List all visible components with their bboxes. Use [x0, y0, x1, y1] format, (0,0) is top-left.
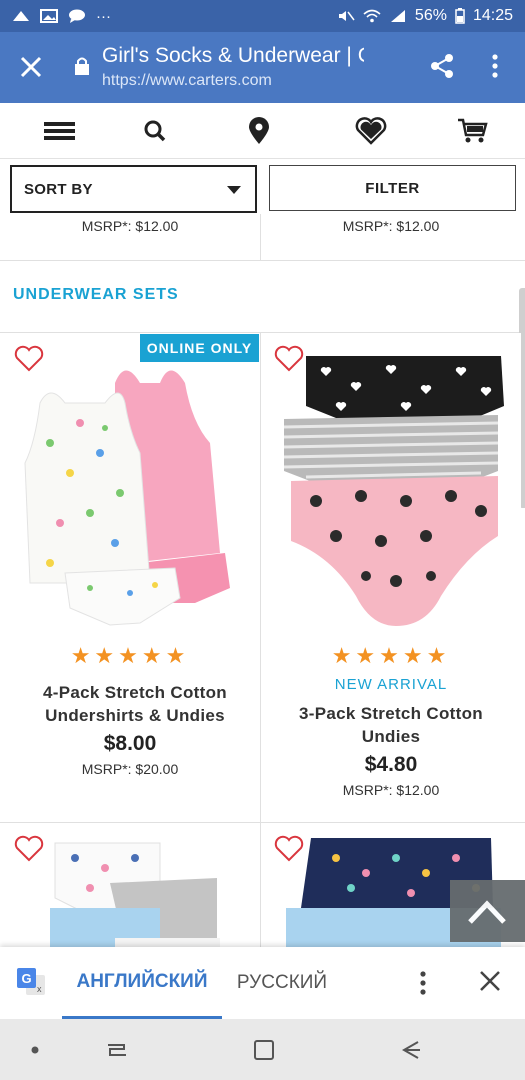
product-card[interactable]: ★★★★★ 3-Pack Stretch Cotton Undies $4.80… [261, 333, 521, 821]
more-menu-icon[interactable] [487, 52, 503, 80]
product-card[interactable] [0, 823, 260, 947]
system-navigation-bar [0, 1019, 525, 1080]
browser-toolbar: Girl's Socks & Underwear | C... https://… [0, 32, 525, 103]
wishlist-heart-icon[interactable] [274, 835, 304, 863]
dot-icon[interactable] [22, 1037, 48, 1063]
chevron-down-icon [227, 186, 241, 194]
mute-icon [338, 11, 355, 21]
sort-by-label: SORT BY [24, 180, 93, 198]
site-nav [0, 103, 525, 159]
cart-icon[interactable] [457, 117, 489, 145]
product-msrp: MSRP*: $20.00 [81, 761, 179, 777]
chat-icon [69, 9, 85, 23]
battery-icon [455, 8, 465, 24]
close-icon[interactable] [18, 54, 44, 80]
product-price: $4.80 [364, 753, 418, 776]
chevron-up-icon [468, 900, 506, 924]
product-name-line2[interactable]: Undershirts & Undies [5, 704, 265, 727]
share-icon[interactable] [428, 52, 456, 80]
new-arrival-tag: NEW ARRIVAL [334, 676, 448, 693]
product-name-line1[interactable]: 3-Pack Stretch Cotton [261, 702, 521, 725]
previous-left-msrp: MSRP*: $12.00 [81, 218, 179, 234]
battery-level: 56% [414, 7, 447, 24]
section-title: UNDERWEAR SETS [13, 286, 179, 303]
product-image[interactable] [276, 351, 506, 631]
signal-icon [390, 10, 405, 22]
page-title[interactable]: Girl's Socks & Underwear | C... [102, 44, 364, 68]
notification-app-icon [13, 11, 29, 21]
clock: 14:25 [472, 7, 513, 24]
more-notifications: ··· [96, 7, 111, 25]
home-icon[interactable] [251, 1037, 277, 1063]
close-icon[interactable] [478, 969, 502, 993]
product-name-line1[interactable]: 4-Pack Stretch Cotton [5, 681, 265, 704]
sort-by-dropdown[interactable]: SORT BY [10, 165, 257, 213]
wishlist-icon[interactable] [355, 117, 387, 145]
filter-button[interactable]: FILTER [269, 165, 516, 211]
rating-stars: ★★★★★ [70, 643, 190, 668]
recent-apps-icon[interactable] [104, 1037, 130, 1063]
rating-stars: ★★★★★ [331, 643, 451, 668]
product-card[interactable]: ★★★★★ 4-Pack Stretch Cotton Undershirts … [0, 333, 260, 821]
filter-label: FILTER [365, 179, 420, 197]
wishlist-heart-icon[interactable] [274, 345, 304, 373]
online-only-badge: ONLINE ONLY [140, 334, 259, 362]
store-locator-icon[interactable] [243, 117, 275, 145]
menu-icon[interactable] [44, 117, 76, 145]
previous-right-msrp: MSRP*: $12.00 [342, 218, 440, 234]
status-bar: ··· 56% 14:25 [0, 0, 525, 32]
screen: ··· 56% 14:25 Girl's Socks & Underwear |… [0, 0, 525, 1080]
product-msrp: MSRP*: $12.00 [342, 782, 440, 798]
status-right: 56% 14:25 [337, 7, 513, 25]
product-image[interactable] [20, 353, 250, 633]
search-icon[interactable] [140, 117, 172, 145]
svg-text:G: G [21, 971, 31, 986]
tab-target-language[interactable]: РУССКИЙ [226, 947, 338, 1019]
more-options-icon[interactable] [416, 969, 430, 997]
scroll-to-top-button[interactable] [450, 880, 525, 942]
product-price: $8.00 [103, 732, 157, 755]
divider [0, 260, 525, 261]
back-icon[interactable] [398, 1037, 424, 1063]
gallery-icon [40, 9, 58, 23]
lock-icon [75, 57, 89, 75]
tab-source-language[interactable]: АНГЛИЙСКИЙ [62, 947, 222, 1019]
divider [260, 823, 261, 947]
wifi-icon [363, 9, 381, 23]
page-url[interactable]: https://www.carters.com [102, 72, 272, 90]
wishlist-heart-icon[interactable] [14, 345, 44, 373]
product-image[interactable] [45, 838, 220, 947]
status-left: ··· [12, 8, 111, 25]
translate-bar: G x АНГЛИЙСКИЙ РУССКИЙ [0, 947, 525, 1019]
google-translate-icon: G x [17, 968, 45, 995]
wishlist-heart-icon[interactable] [14, 835, 44, 863]
svg-text:x: x [37, 984, 42, 994]
product-name-line2[interactable]: Undies [261, 725, 521, 748]
